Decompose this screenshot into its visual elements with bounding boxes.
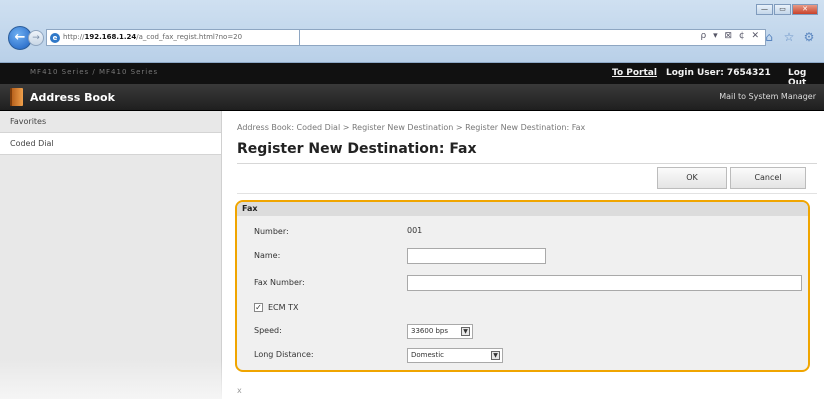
footer-mark: x bbox=[237, 386, 242, 395]
sidebar-item-coded-dial[interactable]: Coded Dial bbox=[0, 133, 221, 155]
fax-number-field[interactable] bbox=[407, 275, 802, 291]
ecm-tx-checkbox[interactable]: ✓ bbox=[254, 303, 263, 312]
sidebar-shade bbox=[0, 359, 222, 399]
top-bar: MF410 Series / MF410 Series To Portal Lo… bbox=[0, 63, 824, 88]
address-bar[interactable]: e http://192.168.1.24/a_cod_fax_regist.h… bbox=[46, 29, 300, 46]
browser-toolbar: ⌂ ☆ ⚙ bbox=[762, 30, 816, 44]
browser-chrome: — ▭ ✕ ← → e http://192.168.1.24/a_cod_fa… bbox=[0, 0, 824, 63]
address-host: 192.168.1.24 bbox=[84, 33, 137, 41]
long-distance-row: Long Distance: Domestic ▼ bbox=[237, 345, 808, 365]
title-divider bbox=[237, 163, 817, 164]
speed-row: Speed: 33600 bps ▼ bbox=[237, 321, 808, 341]
speed-label: Speed: bbox=[254, 326, 282, 335]
speed-select-value: 33600 bps bbox=[411, 327, 449, 335]
fax-number-row: Fax Number: bbox=[237, 273, 808, 293]
button-divider bbox=[237, 193, 817, 194]
address-tools-icons[interactable]: ρ ▾ ⊠ ¢ ✕ bbox=[701, 31, 761, 41]
address-book-icon bbox=[10, 88, 23, 106]
fax-number-label: Fax Number: bbox=[254, 278, 305, 287]
ok-button[interactable]: OK bbox=[657, 167, 727, 189]
window-controls: — ▭ ✕ bbox=[756, 4, 818, 15]
title-bar: Address Book Mail to System Manager bbox=[0, 84, 824, 111]
number-label: Number: bbox=[254, 227, 289, 236]
tools-gear-icon[interactable]: ⚙ bbox=[802, 30, 816, 44]
page-title: Register New Destination: Fax bbox=[237, 141, 477, 157]
ie-page-icon: e bbox=[50, 33, 60, 43]
maximize-button[interactable]: ▭ bbox=[774, 4, 791, 15]
back-arrow-icon: ← bbox=[14, 30, 26, 45]
panel-heading: Fax bbox=[237, 202, 808, 216]
ecm-row: ✓ ECM TX bbox=[237, 298, 808, 318]
chevron-down-icon: ▼ bbox=[461, 327, 470, 336]
ecm-tx-label: ECM TX bbox=[268, 303, 299, 312]
long-distance-select[interactable]: Domestic ▼ bbox=[407, 348, 503, 363]
favorites-star-icon[interactable]: ☆ bbox=[782, 30, 796, 44]
address-tools[interactable]: ρ ▾ ⊠ ¢ ✕ bbox=[300, 29, 766, 46]
forward-button[interactable]: → bbox=[28, 30, 44, 46]
minimize-button[interactable]: — bbox=[756, 4, 773, 15]
sidebar-item-favorites[interactable]: Favorites bbox=[0, 111, 221, 133]
name-field[interactable] bbox=[407, 248, 546, 264]
close-window-button[interactable]: ✕ bbox=[792, 4, 818, 15]
to-portal-link[interactable]: To Portal bbox=[612, 68, 657, 78]
speed-select[interactable]: 33600 bps ▼ bbox=[407, 324, 473, 339]
number-row: Number: 001 bbox=[237, 222, 808, 242]
long-distance-select-value: Domestic bbox=[411, 351, 444, 359]
number-value: 001 bbox=[407, 226, 423, 235]
mail-to-system-manager-link[interactable]: Mail to System Manager bbox=[719, 92, 816, 101]
chevron-down-icon: ▼ bbox=[491, 351, 500, 360]
device-name: MF410 Series / MF410 Series bbox=[30, 68, 159, 76]
sidebar: Favorites Coded Dial bbox=[0, 111, 222, 399]
cancel-button[interactable]: Cancel bbox=[730, 167, 806, 189]
name-label: Name: bbox=[254, 251, 281, 260]
home-icon[interactable]: ⌂ bbox=[762, 30, 776, 44]
fax-settings-panel: Fax Number: 001 Name: Fax Number: ✓ ECM … bbox=[235, 200, 810, 372]
breadcrumb: Address Book: Coded Dial > Register New … bbox=[237, 123, 586, 132]
address-prefix: http:// bbox=[63, 33, 85, 41]
app-title: Address Book bbox=[30, 91, 115, 104]
long-distance-label: Long Distance: bbox=[254, 350, 314, 359]
login-user: Login User: 7654321 bbox=[666, 68, 771, 78]
address-path: /a_cod_fax_regist.html?no=20 bbox=[136, 33, 243, 41]
name-row: Name: bbox=[237, 246, 808, 266]
